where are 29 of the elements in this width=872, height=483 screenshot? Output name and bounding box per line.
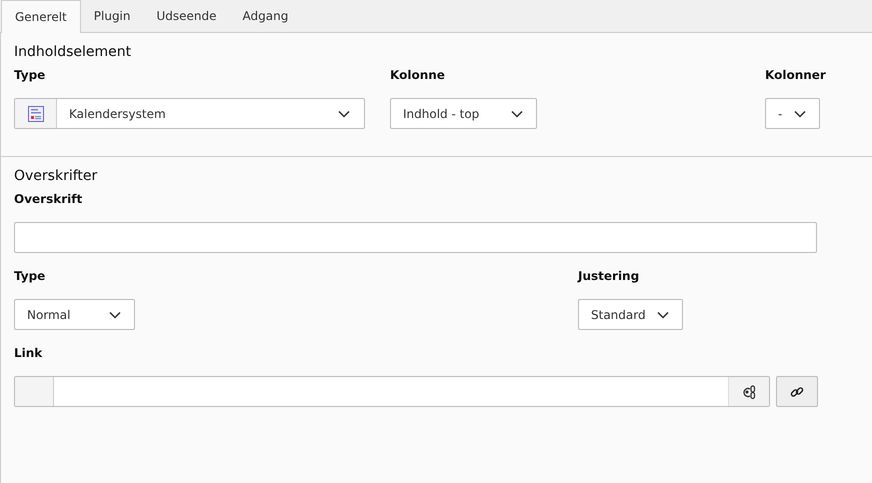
field-label: Overskrift xyxy=(14,192,84,206)
field-label: Type xyxy=(14,68,46,82)
field-label: Justering xyxy=(578,269,640,283)
link-browser-icon xyxy=(741,384,757,400)
field-label: Kolonne xyxy=(390,68,446,82)
link-icon xyxy=(790,384,804,398)
select-field[interactable]: Normal xyxy=(14,299,135,330)
select-field[interactable]: Standard xyxy=(578,299,683,330)
field-label: Link xyxy=(14,346,44,360)
link-field[interactable] xyxy=(14,376,770,407)
select-field[interactable]: Kalendersystem xyxy=(14,98,365,129)
field-label: Type xyxy=(14,269,46,283)
tab[interactable]: Adgang xyxy=(230,0,302,32)
select-field[interactable]: - xyxy=(765,98,820,129)
chevron-icon xyxy=(657,310,669,318)
input-field[interactable] xyxy=(14,222,817,253)
link-button[interactable] xyxy=(776,376,818,407)
tab[interactable]: Generelt xyxy=(1,0,81,33)
select-field[interactable]: Indhold - top xyxy=(390,98,537,129)
section-title: Overskrifter xyxy=(14,168,98,184)
field-label: Kolonner xyxy=(765,68,827,82)
tab[interactable]: Udseende xyxy=(144,0,230,32)
chevron-icon xyxy=(109,310,121,318)
tab[interactable]: Plugin xyxy=(80,0,144,32)
section-title: Indholdselement xyxy=(14,44,132,60)
chevron-icon xyxy=(794,110,806,118)
content-element-icon xyxy=(28,106,44,122)
chevron-icon xyxy=(338,110,350,118)
chevron-icon xyxy=(511,110,523,118)
